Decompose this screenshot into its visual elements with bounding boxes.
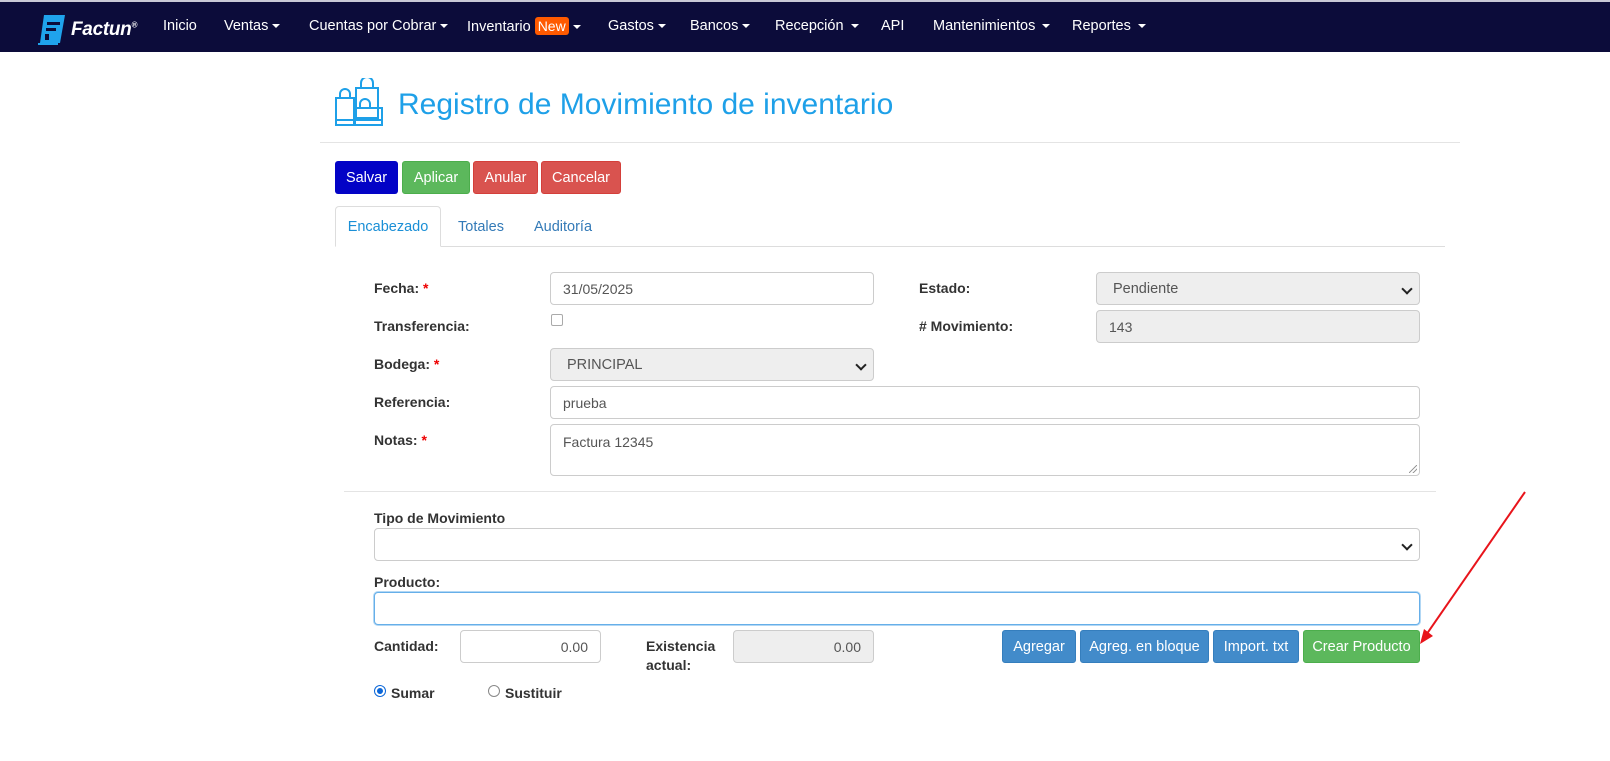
chevron-down-icon — [1401, 283, 1413, 295]
divider — [320, 142, 1460, 143]
bulk-add-button[interactable]: Agreg. en bloque — [1080, 630, 1209, 663]
import-txt-button[interactable]: Import. txt — [1213, 630, 1299, 663]
estado-select[interactable]: Pendiente — [1096, 272, 1420, 305]
annotation-arrow-icon — [1420, 491, 1526, 644]
nav-item-reportes[interactable]: Reportes — [1072, 18, 1146, 34]
tab-encabezado[interactable]: Encabezado — [335, 206, 441, 247]
fecha-label: Fecha: * — [374, 280, 429, 296]
caret-down-icon — [1042, 24, 1051, 29]
shopping-bags-icon — [335, 78, 383, 126]
top-navbar: Factun® Inicio Ventas Cuentas por Cobrar… — [0, 0, 1610, 52]
nav-item-recepcion[interactable]: Recepción — [775, 18, 859, 34]
factun-logo-icon — [38, 15, 65, 45]
chevron-down-icon — [855, 359, 867, 371]
void-button[interactable]: Anular — [473, 161, 538, 194]
tab-auditoria[interactable]: Auditoría — [522, 206, 604, 247]
caret-down-icon — [572, 25, 581, 30]
nav-item-api[interactable]: API — [881, 18, 904, 34]
caret-down-icon — [1137, 24, 1146, 29]
sustituir-label: Sustituir — [505, 685, 562, 701]
nav-item-ventas[interactable]: Ventas — [224, 18, 281, 34]
existencia-field: 0.00 — [733, 630, 874, 663]
existencia-label-line2: actual: — [646, 657, 692, 673]
nav-item-cuentas-por-cobrar[interactable]: Cuentas por Cobrar — [309, 18, 449, 34]
caret-down-icon — [742, 24, 751, 29]
cantidad-input[interactable]: 0.00 — [460, 630, 601, 663]
referencia-label: Referencia: — [374, 394, 451, 410]
caret-down-icon — [440, 24, 449, 29]
resize-grip-icon[interactable] — [1409, 465, 1417, 473]
notas-textarea[interactable]: Factura 12345 — [550, 424, 1420, 476]
notas-label: Notas: * — [374, 432, 427, 448]
estado-selected-value: Pendiente — [1113, 280, 1179, 297]
add-button[interactable]: Agregar — [1002, 630, 1076, 663]
existencia-label-line1: Existencia — [646, 638, 716, 654]
cantidad-label: Cantidad: — [374, 638, 439, 654]
nav-item-inventario[interactable]: Inventario New — [467, 17, 581, 35]
nav-item-mantenimientos[interactable]: Mantenimientos — [933, 18, 1051, 34]
cancel-button[interactable]: Cancelar — [541, 161, 621, 194]
fecha-input[interactable]: 31/05/2025 — [550, 272, 874, 305]
apply-button[interactable]: Aplicar — [402, 161, 470, 194]
sumar-radio[interactable] — [374, 685, 386, 697]
producto-label: Producto: — [374, 574, 441, 590]
transferencia-checkbox[interactable] — [551, 314, 563, 326]
section-divider — [344, 491, 1436, 492]
page-title: Registro de Movimiento de inventario — [398, 88, 894, 121]
notas-text: Factura 12345 — [563, 434, 654, 450]
referencia-input[interactable]: prueba — [550, 386, 1420, 419]
sustituir-radio[interactable] — [488, 685, 500, 697]
estado-label: Estado: — [919, 280, 971, 296]
caret-down-icon — [850, 24, 859, 29]
caret-down-icon — [657, 24, 666, 29]
brand-name: Factun® — [71, 19, 138, 40]
tipo-movimiento-label: Tipo de Movimiento — [374, 510, 506, 526]
tipo-movimiento-select[interactable] — [374, 528, 1420, 561]
new-badge: New — [534, 17, 569, 35]
movimiento-number-field: 143 — [1096, 310, 1420, 343]
sumar-label: Sumar — [391, 685, 435, 701]
tab-totales[interactable]: Totales — [445, 206, 517, 247]
bodega-selected-value: PRINCIPAL — [567, 356, 643, 373]
create-product-button[interactable]: Crear Producto — [1303, 630, 1420, 663]
producto-search-input[interactable] — [374, 592, 1420, 625]
nav-item-gastos[interactable]: Gastos — [608, 18, 666, 34]
nav-item-bancos[interactable]: Bancos — [690, 18, 751, 34]
transferencia-label: Transferencia: — [374, 318, 470, 334]
caret-down-icon — [272, 24, 281, 29]
factun-logo[interactable]: Factun® — [38, 12, 137, 48]
bodega-label: Bodega: * — [374, 356, 440, 372]
movimiento-label: # Movimiento: — [919, 318, 1014, 334]
save-button[interactable]: Salvar — [335, 161, 398, 194]
bodega-select[interactable]: PRINCIPAL — [550, 348, 874, 381]
nav-item-inicio[interactable]: Inicio — [163, 18, 197, 34]
